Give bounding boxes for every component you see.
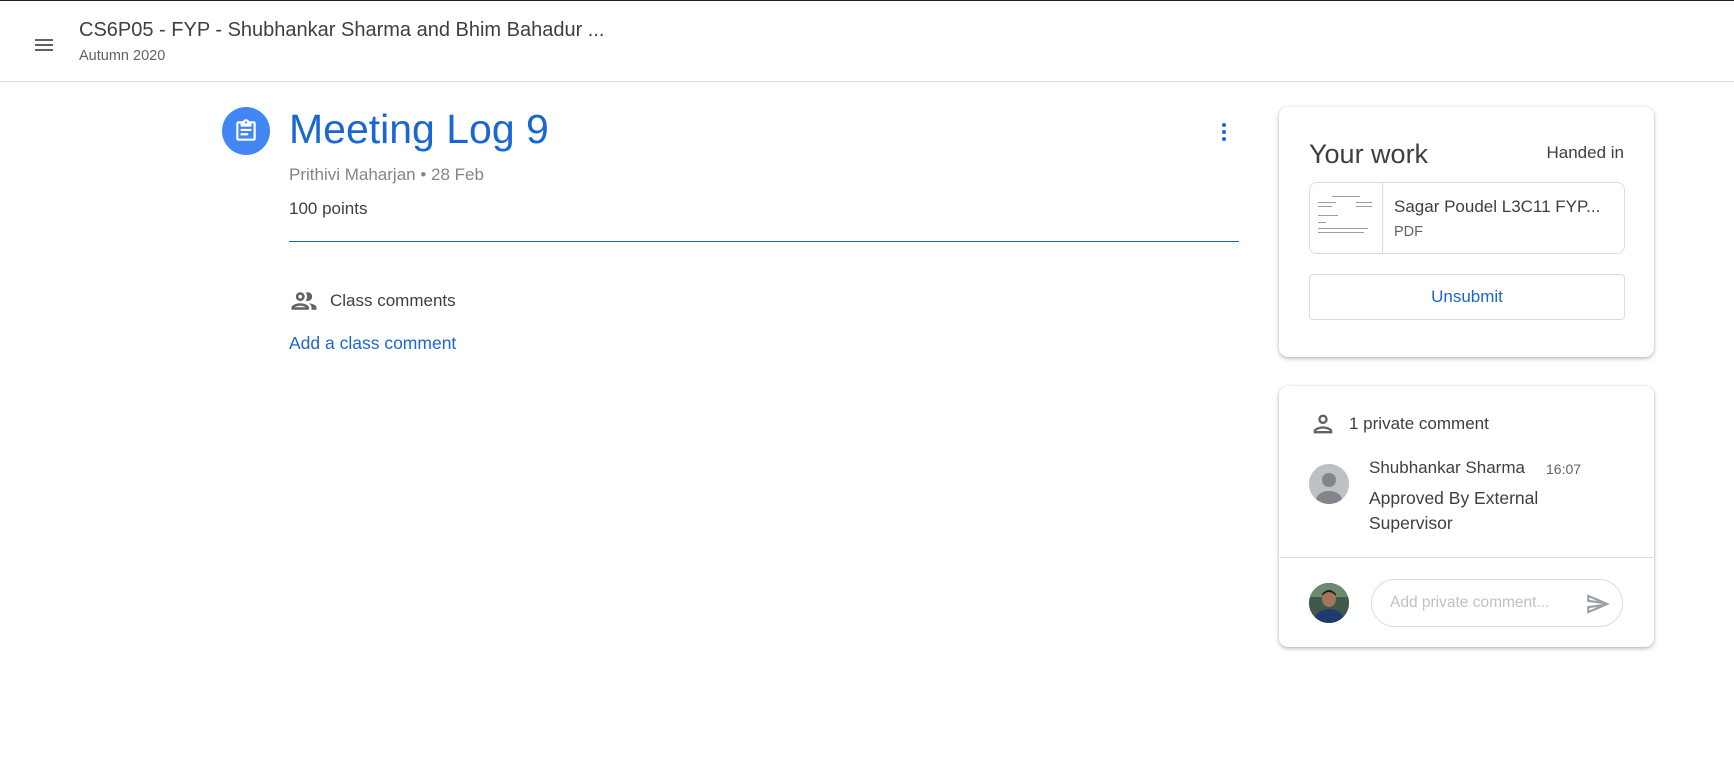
assignment-clipboard-icon bbox=[236, 119, 256, 141]
class-comments-label: Class comments bbox=[330, 291, 456, 310]
comment-text: Approved By External Supervisor bbox=[1369, 488, 1539, 533]
person-icon bbox=[1313, 414, 1333, 434]
attachment-type: PDF bbox=[1394, 224, 1423, 240]
hamburger-menu-icon bbox=[35, 39, 53, 51]
private-comments-header: 1 private comment bbox=[1309, 410, 1489, 438]
attachment-thumbnail bbox=[1310, 183, 1383, 253]
top-app-bar: CS6P05 - FYP - Shubhankar Sharma and Bhi… bbox=[0, 0, 1734, 82]
unsubmit-button[interactable]: Unsubmit bbox=[1309, 274, 1625, 320]
comment-author: Shubhankar Sharma bbox=[1369, 458, 1525, 477]
submission-status: Handed in bbox=[1546, 143, 1624, 162]
assignment-author-date: Prithivi Maharjan • 28 Feb bbox=[289, 165, 484, 184]
attachment-name: Sagar Poudel L3C11 FYP... bbox=[1394, 197, 1601, 216]
your-work-title: Your work bbox=[1309, 139, 1429, 169]
assignment-points: 100 points bbox=[289, 199, 368, 218]
send-icon bbox=[1587, 594, 1610, 614]
attachment-card[interactable]: Sagar Poudel L3C11 FYP... PDF bbox=[1309, 182, 1625, 254]
more-vert-icon bbox=[1222, 123, 1226, 141]
header-divider bbox=[289, 241, 1239, 242]
comment-time: 16:07 bbox=[1546, 461, 1582, 477]
user-avatar bbox=[1309, 583, 1349, 623]
private-comments-card: 1 private comment Shubhankar Sharma 16:0… bbox=[1279, 386, 1654, 647]
class-title[interactable]: CS6P05 - FYP - Shubhankar Sharma and Bhi… bbox=[79, 19, 639, 42]
people-icon bbox=[291, 292, 317, 310]
your-work-card: Your work Handed in Sagar Poudel L3C11 F… bbox=[1279, 107, 1654, 357]
more-options-button[interactable] bbox=[1204, 112, 1244, 152]
class-section: Autumn 2020 bbox=[79, 48, 166, 64]
main-menu-button[interactable] bbox=[22, 23, 66, 67]
assignment-icon-badge bbox=[222, 107, 270, 155]
assignment-title: Meeting Log 9 bbox=[289, 106, 549, 152]
private-comment-count: 1 private comment bbox=[1349, 414, 1489, 433]
add-class-comment-link[interactable]: Add a class comment bbox=[289, 333, 456, 354]
commenter-avatar bbox=[1309, 464, 1349, 504]
private-comments-divider bbox=[1279, 557, 1654, 558]
class-comments-header: Class comments bbox=[289, 286, 456, 316]
send-comment-button[interactable] bbox=[1583, 589, 1613, 619]
